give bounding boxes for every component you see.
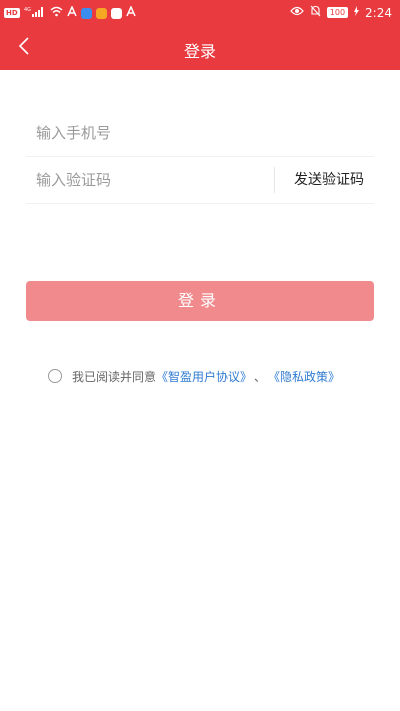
field-divider — [274, 167, 275, 193]
agreement-separator: 、 — [254, 369, 267, 384]
page-title: 登录 — [183, 42, 216, 61]
app-orange-icon — [95, 7, 107, 19]
login-button[interactable]: 登录 — [26, 281, 374, 321]
agree-radio[interactable] — [48, 369, 62, 383]
battery-indicator: 100 — [326, 7, 349, 18]
send-code-button[interactable]: 发送验证码 — [294, 157, 364, 203]
agreement-prefix: 我已阅读并同意 — [72, 369, 157, 384]
phone-input[interactable] — [36, 110, 356, 156]
agreement-row: 我已阅读并同意 《智盈用户协议》 、 《隐私政策》 — [48, 366, 340, 386]
top-bar: HD 4G 100 2:24 登录 — [0, 0, 400, 70]
user-agreement-link[interactable]: 《智盈用户协议》 — [156, 368, 252, 385]
app-white-icon — [110, 7, 122, 19]
nav-header: 登录 — [0, 26, 400, 70]
verification-code-input[interactable] — [36, 157, 266, 203]
charging-icon — [354, 6, 360, 19]
code-row: 发送验证码 — [26, 157, 374, 204]
app-a-icon — [66, 5, 77, 20]
phone-row — [26, 110, 374, 157]
network-type: 4G — [24, 7, 31, 13]
app-a2-icon — [125, 5, 136, 20]
status-bar: HD 4G 100 2:24 — [0, 0, 400, 26]
status-left: HD 4G — [4, 5, 136, 20]
signal-icon: 4G — [24, 6, 46, 20]
mute-bell-icon — [310, 5, 321, 20]
status-time: 2:24 — [365, 5, 392, 20]
eye-icon — [289, 6, 304, 19]
privacy-policy-link[interactable]: 《隐私政策》 — [268, 368, 340, 385]
hd-badge: HD — [4, 8, 20, 18]
app-blue-icon — [80, 7, 92, 19]
login-form: 发送验证码 — [26, 110, 374, 204]
wifi-icon — [50, 6, 63, 20]
status-right: 100 2:24 — [289, 5, 392, 20]
login-screen: HD 4G 100 2:24 登录 输入手机号 输入验证码 发送验证码 登录 我… — [0, 0, 400, 711]
